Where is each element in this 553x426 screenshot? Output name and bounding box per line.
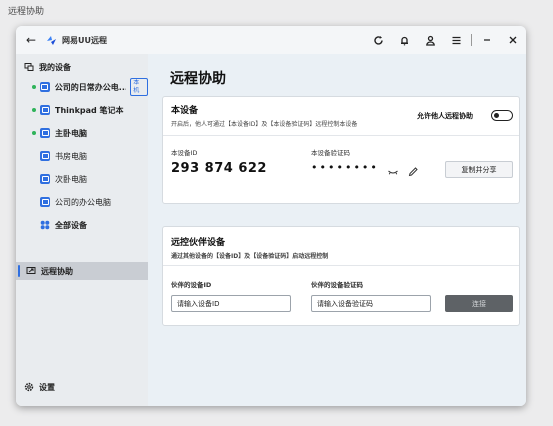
grid-icon (40, 220, 50, 230)
computer-icon (40, 151, 50, 161)
sidebar-device-item[interactable]: Thinkpad 笔记本 (16, 101, 148, 119)
app-window: ← 网易UU远程 我的设备 公司的日常办公电... 本机 Thinkpad 笔记… (16, 26, 526, 406)
remote-assist-label: 远程协助 (41, 266, 73, 276)
edit-code-button[interactable] (407, 163, 419, 177)
computer-icon (40, 128, 50, 138)
minimize-icon (484, 39, 490, 41)
sidebar-device-item[interactable]: 公司的日常办公电... 本机 (16, 78, 149, 96)
title-bar: ← 网易UU远程 (16, 26, 526, 54)
computer-icon (40, 105, 50, 115)
computer-icon (40, 174, 50, 184)
app-name: 网易UU远程 (62, 35, 107, 45)
sidebar-device-item[interactable]: 次卧电脑 (16, 170, 148, 188)
user-icon (425, 35, 435, 46)
online-status-dot (32, 131, 36, 135)
partner-code-input[interactable]: 请输入设备验证码 (311, 295, 431, 312)
gear-icon (24, 382, 34, 392)
notifications-button[interactable] (391, 26, 417, 54)
this-device-title: 本设备 (171, 106, 199, 116)
card-divider (163, 135, 519, 136)
eye-closed-icon (388, 170, 398, 175)
remote-partner-desc: 通过其他设备的【设备ID】及【设备验证码】启动远程控制 (171, 253, 329, 260)
sidebar-remote-assist[interactable]: 远程协助 (16, 262, 148, 280)
back-button[interactable]: ← (20, 29, 42, 51)
device-code-label: 本设备验证码 (311, 149, 350, 157)
this-device-desc: 开启后，他人可通过【本设备ID】及【本设备验证码】远程控制本设备 (171, 121, 358, 128)
connect-button[interactable]: 连接 (445, 295, 513, 312)
device-label: 主卧电脑 (55, 128, 87, 138)
partner-id-input[interactable]: 请输入设备ID (171, 295, 291, 312)
sidebar-settings[interactable]: 设置 (16, 378, 148, 396)
computer-icon (40, 197, 50, 207)
sidebar-device-item[interactable]: 公司的办公电脑 (16, 193, 148, 211)
device-label: 公司的日常办公电... (54, 82, 127, 92)
page-title: 远程协助 (170, 71, 226, 87)
online-status-dot (32, 108, 36, 112)
card-divider (163, 265, 519, 266)
bell-icon (400, 36, 408, 45)
minimize-button[interactable] (474, 26, 500, 54)
allow-remote-toggle[interactable] (491, 110, 513, 121)
device-label: 次卧电脑 (55, 174, 87, 184)
pencil-icon (408, 167, 418, 177)
this-device-card: 本设备 开启后，他人可通过【本设备ID】及【本设备验证码】远程控制本设备 允许他… (162, 96, 520, 204)
remote-partner-card: 远控伙伴设备 通过其他设备的【设备ID】及【设备验证码】启动远程控制 伙伴的设备… (162, 226, 520, 326)
online-status-dot (32, 85, 36, 89)
sidebar-my-devices-label: 我的设备 (39, 62, 71, 72)
sidebar-device-item[interactable]: 主卧电脑 (16, 124, 148, 142)
device-label: Thinkpad 笔记本 (55, 105, 124, 115)
sidebar-all-devices[interactable]: 全部设备 (16, 216, 148, 234)
device-label: 公司的办公电脑 (55, 197, 111, 207)
devices-icon (24, 62, 34, 72)
all-devices-label: 全部设备 (55, 220, 87, 230)
menu-icon (452, 36, 460, 44)
partner-id-label: 伙伴的设备ID (171, 281, 212, 289)
show-code-button[interactable] (387, 163, 399, 175)
copy-share-button[interactable]: 复制并分享 (445, 161, 513, 178)
allow-remote-label: 允许他人远程协助 (417, 112, 473, 120)
close-button[interactable] (500, 26, 526, 54)
device-id-label: 本设备ID (171, 149, 198, 157)
refresh-icon (373, 35, 383, 45)
menu-button[interactable] (443, 26, 469, 54)
main-content: 远程协助 本设备 开启后，他人可通过【本设备ID】及【本设备验证码】远程控制本设… (148, 54, 526, 406)
page-caption: 远程协助 (8, 7, 45, 17)
remote-partner-title: 远控伙伴设备 (171, 238, 226, 248)
account-button[interactable] (417, 26, 443, 54)
app-logo-icon (44, 33, 58, 47)
close-icon (509, 36, 517, 44)
partner-code-label: 伙伴的设备验证码 (311, 281, 363, 289)
sidebar-device-item[interactable]: 书房电脑 (16, 147, 148, 165)
device-code-value: •••••••• (311, 161, 379, 174)
remote-assist-icon (26, 266, 36, 276)
back-arrow-icon: ← (25, 33, 37, 47)
this-device-badge: 本机 (130, 78, 149, 96)
sidebar: 我的设备 公司的日常办公电... 本机 Thinkpad 笔记本 主卧电脑 书房… (16, 54, 149, 406)
titlebar-separator (471, 34, 472, 46)
computer-icon (40, 82, 50, 92)
device-label: 书房电脑 (55, 151, 87, 161)
settings-label: 设置 (39, 382, 55, 392)
sidebar-my-devices[interactable]: 我的设备 (16, 58, 148, 76)
refresh-button[interactable] (365, 26, 391, 54)
device-id-value: 293 874 622 (171, 161, 267, 176)
